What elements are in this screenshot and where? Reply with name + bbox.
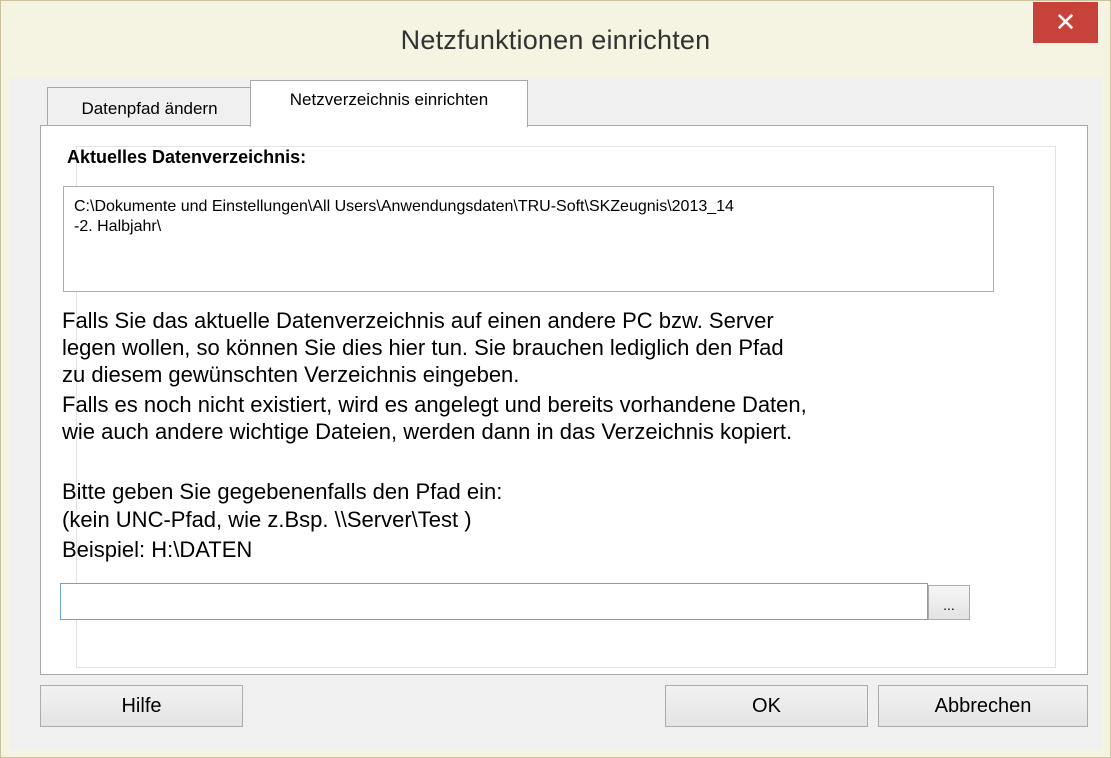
dialog-client-area: Datenpfad ändern Netzverzeichnis einrich… <box>10 77 1102 750</box>
dialog-window: Netzfunktionen einrichten ✕ Datenpfad än… <box>0 0 1111 758</box>
info-text-copy: Falls es noch nicht existiert, wird es a… <box>62 392 807 444</box>
cancel-button[interactable]: Abbrechen <box>878 685 1088 727</box>
ok-button[interactable]: OK <box>665 685 868 727</box>
window-title: Netzfunktionen einrichten <box>400 25 711 55</box>
tab-label: Datenpfad ändern <box>81 98 218 118</box>
tab-datenpfad-aendern[interactable]: Datenpfad ändern <box>47 87 252 125</box>
unc-note-label: (kein UNC-Pfad, wie z.Bsp. \\Server\Test… <box>62 507 472 532</box>
close-button[interactable]: ✕ <box>1033 2 1098 43</box>
current-directory-textbox[interactable]: C:\Dokumente und Einstellungen\All Users… <box>63 186 994 292</box>
close-icon: ✕ <box>1054 7 1077 37</box>
title-bar: Netzfunktionen einrichten ✕ <box>1 1 1110 77</box>
help-button[interactable]: Hilfe <box>40 685 243 727</box>
info-text-move: Falls Sie das aktuelle Datenverzeichnis … <box>62 308 784 387</box>
tab-label: Netzverzeichnis einrichten <box>289 90 489 109</box>
path-prompt-label: Bitte geben Sie gegebenenfalls den Pfad … <box>62 479 503 504</box>
browse-button[interactable]: ... <box>928 585 970 620</box>
tab-netzverzeichnis-einrichten[interactable]: Netzverzeichnis einrichten <box>250 80 528 127</box>
example-label: Beispiel: H:\DATEN <box>62 537 253 562</box>
current-directory-label: Aktuelles Datenverzeichnis: <box>67 147 307 167</box>
path-input[interactable] <box>60 583 928 620</box>
